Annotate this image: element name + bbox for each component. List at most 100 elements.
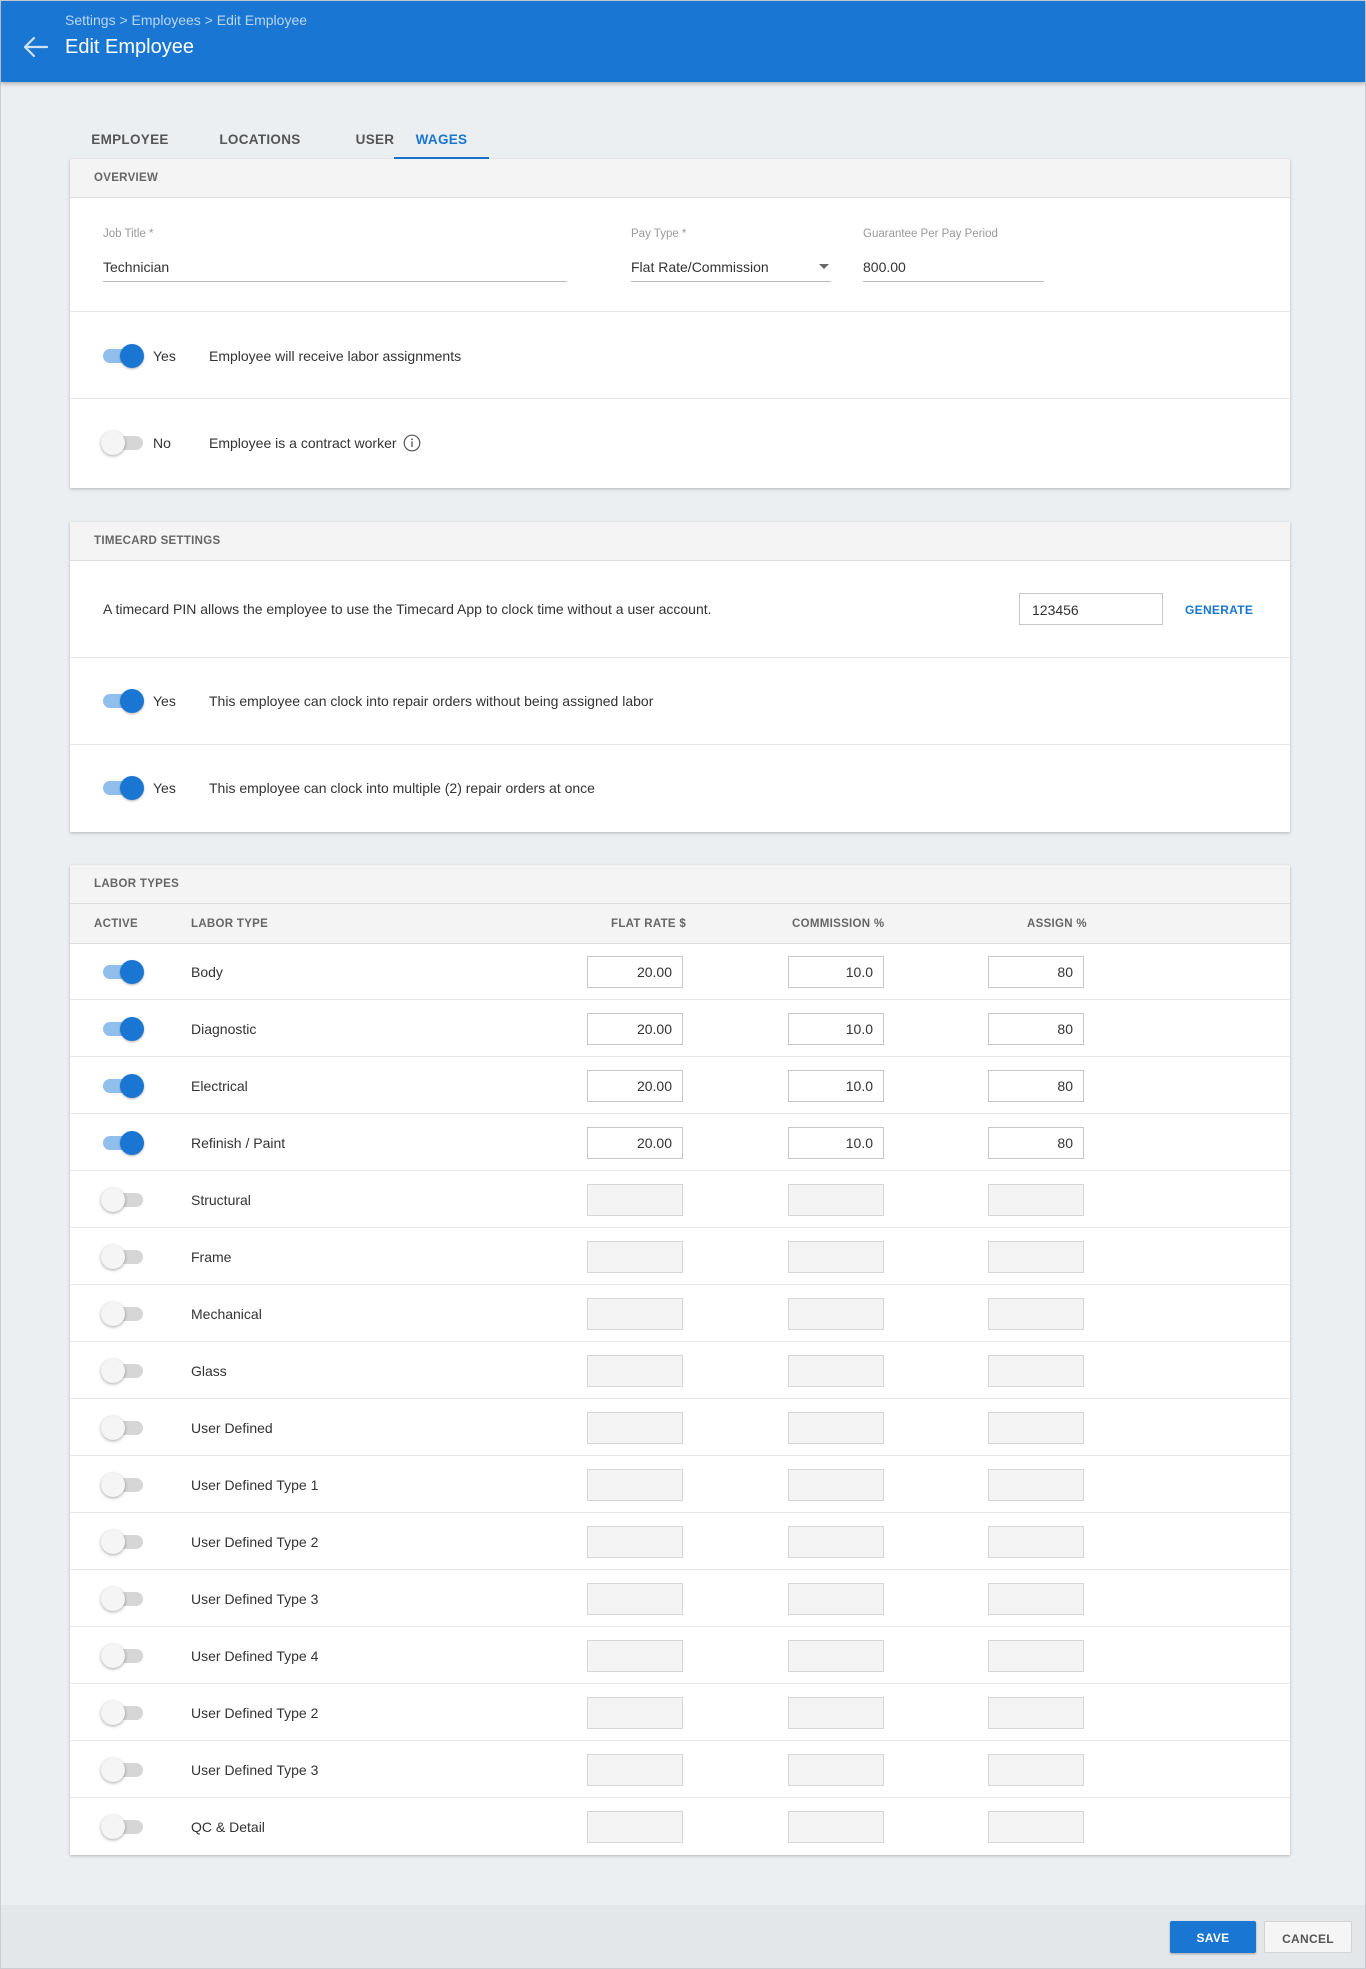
assign-input[interactable]: 80 (988, 1070, 1084, 1102)
flat-rate-input[interactable]: 20.00 (587, 1070, 683, 1102)
flat-rate-input[interactable] (587, 1526, 683, 1558)
labor-types-column-header: ACTIVE LABOR TYPE FLAT RATE $ COMMISSION… (70, 904, 1290, 944)
flat-rate-input[interactable] (587, 1811, 683, 1843)
assign-input[interactable] (988, 1469, 1084, 1501)
commission-input[interactable] (788, 1298, 884, 1330)
guarantee-field[interactable]: 800.00 (863, 259, 1044, 282)
commission-input[interactable] (788, 1469, 884, 1501)
tab-locations[interactable]: LOCATIONS (200, 122, 320, 159)
assign-input[interactable] (988, 1583, 1084, 1615)
flat-rate-input[interactable] (587, 1355, 683, 1387)
contract-worker-toggle[interactable] (101, 429, 147, 457)
commission-input[interactable] (788, 1412, 884, 1444)
labor-type-row: User Defined Type 2 (70, 1684, 1290, 1741)
clock-without-labor-text: This employee can clock into repair orde… (209, 693, 654, 709)
back-button[interactable] (19, 31, 51, 63)
labor-assignments-toggle[interactable] (101, 342, 147, 370)
commission-input[interactable] (788, 1697, 884, 1729)
flat-rate-input[interactable] (587, 1412, 683, 1444)
commission-input[interactable]: 10.0 (788, 1013, 884, 1045)
assign-input[interactable] (988, 1184, 1084, 1216)
tab-wages[interactable]: WAGES (394, 122, 489, 159)
toggle-knob (101, 1359, 125, 1383)
labor-type-name: Body (191, 964, 223, 980)
cancel-button[interactable]: CANCEL (1264, 1921, 1352, 1953)
generate-button[interactable]: GENERATE (1185, 603, 1253, 617)
clock-without-labor-toggle[interactable] (101, 687, 147, 715)
assign-input[interactable] (988, 1754, 1084, 1786)
labor-type-active-toggle[interactable] (101, 1357, 147, 1385)
job-title-field[interactable]: Technician (103, 259, 567, 282)
labor-type-active-toggle[interactable] (101, 1528, 147, 1556)
flat-rate-input[interactable]: 20.00 (587, 956, 683, 988)
flat-rate-input[interactable] (587, 1241, 683, 1273)
labor-types-header: LABOR TYPES (70, 865, 1290, 904)
commission-input[interactable] (788, 1811, 884, 1843)
info-icon[interactable] (403, 434, 421, 452)
assign-input[interactable]: 80 (988, 1127, 1084, 1159)
toggle-knob (101, 1530, 125, 1554)
labor-type-active-toggle[interactable] (101, 1072, 147, 1100)
assign-input[interactable]: 80 (988, 1013, 1084, 1045)
labor-type-active-toggle[interactable] (101, 958, 147, 986)
assign-input[interactable] (988, 1811, 1084, 1843)
labor-type-row: User Defined (70, 1399, 1290, 1456)
contract-worker-text: Employee is a contract worker (209, 435, 397, 451)
labor-type-active-toggle[interactable] (101, 1414, 147, 1442)
timecard-pin-input[interactable]: 123456 (1019, 593, 1163, 625)
commission-input[interactable]: 10.0 (788, 956, 884, 988)
labor-type-active-toggle[interactable] (101, 1243, 147, 1271)
labor-type-row: Refinish / Paint 20.00 10.0 80 (70, 1114, 1290, 1171)
labor-type-active-toggle[interactable] (101, 1642, 147, 1670)
labor-type-active-toggle[interactable] (101, 1813, 147, 1841)
labor-type-active-toggle[interactable] (101, 1129, 147, 1157)
commission-input[interactable] (788, 1184, 884, 1216)
page-title: Edit Employee (65, 36, 194, 58)
clock-multiple-toggle[interactable] (101, 774, 147, 802)
labor-type-name: Mechanical (191, 1306, 262, 1322)
col-labor-type: LABOR TYPE (191, 918, 269, 930)
labor-type-active-toggle[interactable] (101, 1186, 147, 1214)
save-button[interactable]: SAVE (1170, 1921, 1256, 1953)
assign-input[interactable] (988, 1526, 1084, 1558)
assign-input[interactable]: 80 (988, 956, 1084, 988)
labor-type-name: Refinish / Paint (191, 1135, 286, 1151)
commission-input[interactable]: 10.0 (788, 1070, 884, 1102)
tab-employee[interactable]: EMPLOYEE (70, 122, 190, 159)
commission-input[interactable] (788, 1526, 884, 1558)
pay-type-select[interactable]: Flat Rate/Commission (631, 259, 831, 282)
flat-rate-input[interactable] (587, 1583, 683, 1615)
labor-type-row: Mechanical (70, 1285, 1290, 1342)
commission-input[interactable] (788, 1640, 884, 1672)
flat-rate-input[interactable]: 20.00 (587, 1013, 683, 1045)
assign-input[interactable] (988, 1640, 1084, 1672)
flat-rate-input[interactable] (587, 1469, 683, 1501)
commission-input[interactable] (788, 1355, 884, 1387)
labor-type-name: User Defined Type 3 (191, 1762, 319, 1778)
commission-input[interactable] (788, 1583, 884, 1615)
flat-rate-input[interactable] (587, 1298, 683, 1330)
labor-type-row: Electrical 20.00 10.0 80 (70, 1057, 1290, 1114)
labor-type-name: User Defined Type 2 (191, 1534, 319, 1550)
commission-input[interactable] (788, 1241, 884, 1273)
assign-input[interactable] (988, 1412, 1084, 1444)
labor-type-active-toggle[interactable] (101, 1471, 147, 1499)
commission-input[interactable]: 10.0 (788, 1127, 884, 1159)
commission-input[interactable] (788, 1754, 884, 1786)
labor-type-active-toggle[interactable] (101, 1015, 147, 1043)
flat-rate-input[interactable] (587, 1697, 683, 1729)
assign-input[interactable] (988, 1697, 1084, 1729)
assign-input[interactable] (988, 1298, 1084, 1330)
labor-type-name: User Defined Type 1 (191, 1477, 319, 1493)
flat-rate-input[interactable] (587, 1754, 683, 1786)
labor-type-active-toggle[interactable] (101, 1585, 147, 1613)
flat-rate-input[interactable]: 20.00 (587, 1127, 683, 1159)
labor-type-name: Frame (191, 1249, 232, 1265)
flat-rate-input[interactable] (587, 1184, 683, 1216)
flat-rate-input[interactable] (587, 1640, 683, 1672)
labor-type-active-toggle[interactable] (101, 1300, 147, 1328)
assign-input[interactable] (988, 1241, 1084, 1273)
assign-input[interactable] (988, 1355, 1084, 1387)
labor-type-active-toggle[interactable] (101, 1756, 147, 1784)
labor-type-active-toggle[interactable] (101, 1699, 147, 1727)
